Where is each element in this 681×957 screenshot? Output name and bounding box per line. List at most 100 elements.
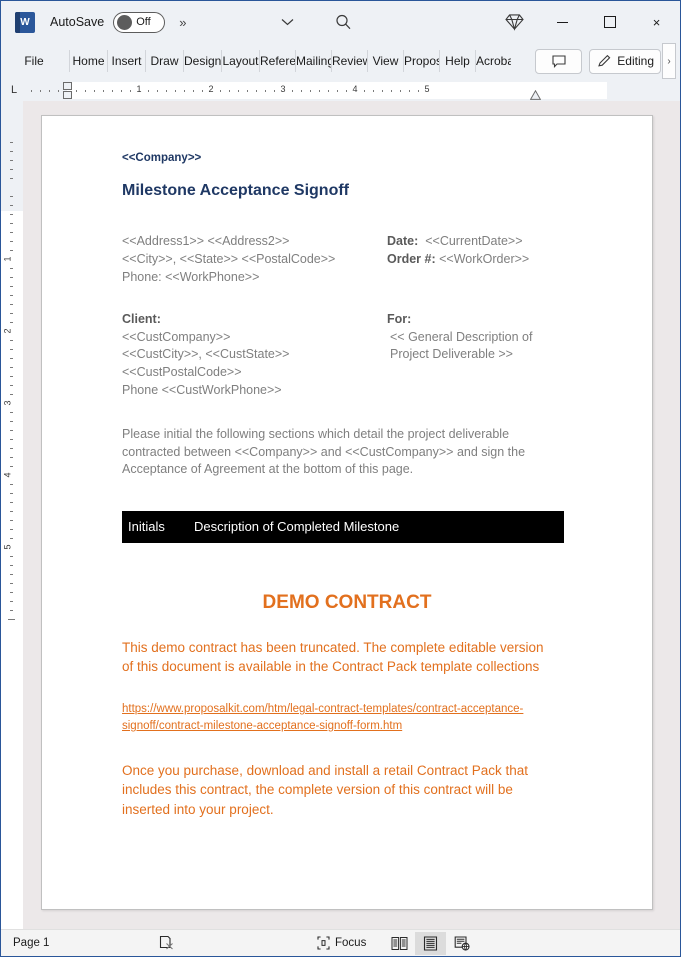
tab-view[interactable]: View	[367, 50, 403, 72]
search-icon[interactable]	[335, 14, 352, 31]
ruler-tick	[103, 89, 104, 92]
tab-draw[interactable]: Draw	[145, 50, 183, 72]
ruler-tick	[256, 89, 257, 92]
vertical-ruler-tick	[10, 214, 13, 215]
document-title: Milestone Acceptance Signoff	[122, 182, 349, 199]
ruler-tick	[310, 89, 311, 92]
first-line-indent-marker[interactable]	[62, 81, 72, 90]
date-label: Date:	[387, 234, 419, 248]
left-indent-marker[interactable]	[62, 90, 72, 99]
pencil-icon	[597, 54, 612, 68]
quick-access-overflow-button[interactable]: »	[179, 15, 186, 30]
ruler-number: 1	[136, 83, 142, 94]
ruler-tick	[364, 89, 365, 92]
client-line-1: <<CustCompany>>	[122, 329, 231, 344]
ruler-tick	[94, 89, 95, 92]
vertical-ruler-tick	[10, 286, 13, 287]
vertical-ruler-tick	[10, 304, 13, 305]
ruler-tick	[346, 89, 347, 92]
demo-paragraph-2: Once you purchase, download and install …	[122, 762, 528, 818]
ruler-tick	[85, 89, 86, 92]
word-logo-letter: W	[20, 16, 30, 28]
tab-mailings[interactable]: Mailings	[295, 50, 331, 72]
demo-contract-title: DEMO CONTRACT	[262, 591, 432, 613]
tab-proposal[interactable]: Proposal	[403, 50, 439, 72]
vertical-ruler-tick	[10, 466, 13, 467]
vertical-ruler-tick	[10, 439, 13, 440]
vertical-ruler-tick	[10, 268, 13, 269]
vertical-ruler-tick	[10, 448, 13, 449]
vertical-ruler-tick	[10, 232, 13, 233]
tab-help[interactable]: Help	[439, 50, 475, 72]
ruler-tick	[328, 89, 329, 92]
comments-button[interactable]	[535, 48, 583, 74]
vertical-ruler-tick	[10, 223, 13, 224]
vertical-ruler-tick	[10, 340, 13, 341]
horizontal-ruler-track[interactable]: 1 2 3 4 5	[27, 81, 675, 100]
window-controls: ×	[539, 1, 680, 43]
horizontal-ruler[interactable]: L 1 2 3 4 5	[1, 79, 680, 101]
minimize-button[interactable]	[539, 1, 586, 43]
ruler-tick	[184, 89, 185, 92]
tab-acrobat[interactable]: Acrobat	[475, 50, 511, 72]
ruler-tick	[265, 89, 266, 92]
document-page[interactable]: <<Company>> Milestone Acceptance Signoff…	[41, 115, 653, 910]
ruler-number: 3	[280, 83, 286, 94]
vertical-ruler-number: 5	[2, 544, 13, 550]
client-for-row: Client: <<CustCompany>> <<CustCity>>, <<…	[122, 311, 626, 400]
vertical-ruler-tick	[10, 529, 13, 530]
for-line-1: << General Description of	[390, 329, 533, 344]
ruler-tick	[337, 89, 338, 92]
tab-stop-selector[interactable]: L	[1, 84, 27, 96]
ruler-tick	[58, 89, 59, 92]
diamond-icon[interactable]	[505, 14, 524, 31]
tab-layout[interactable]: Layout	[221, 50, 259, 72]
document-canvas[interactable]: <<Company>> Milestone Acceptance Signoff…	[23, 101, 680, 929]
chevron-down-icon[interactable]	[281, 18, 294, 26]
close-button[interactable]: ×	[633, 1, 680, 43]
tab-review[interactable]: Review	[331, 50, 367, 72]
vertical-ruler-tick	[10, 484, 13, 485]
address-line-1: <<Address1>> <<Address2>>	[122, 234, 290, 248]
tab-design[interactable]: Design	[183, 50, 221, 72]
editing-mode-button[interactable]: Editing	[589, 48, 661, 74]
maximize-button[interactable]	[586, 1, 633, 43]
vertical-ruler-tick	[10, 421, 13, 422]
focus-mode-button[interactable]: Focus	[317, 936, 366, 950]
vertical-ruler-number: 2	[2, 328, 13, 334]
read-mode-icon[interactable]	[384, 932, 415, 955]
focus-icon	[317, 936, 330, 950]
vertical-ruler-tick	[10, 322, 13, 323]
ruler-tick	[292, 89, 293, 92]
ruler-tick	[220, 89, 221, 92]
view-mode-buttons	[384, 930, 477, 957]
ribbon-overflow-button[interactable]: ›	[662, 43, 676, 79]
ruler-tick	[400, 89, 401, 92]
proofing-errors-icon[interactable]	[159, 935, 175, 951]
ruler-tick	[238, 89, 239, 92]
ruler-tick	[166, 89, 167, 92]
tab-references[interactable]: References	[259, 50, 295, 72]
right-indent-marker[interactable]	[529, 89, 541, 100]
demo-contract-link[interactable]: https://www.proposalkit.com/htm/legal-co…	[122, 701, 532, 734]
ruler-tick	[319, 89, 320, 92]
tab-home[interactable]: Home	[69, 50, 107, 72]
page-number-status[interactable]: Page 1	[13, 937, 49, 949]
tab-file[interactable]: File	[17, 50, 51, 72]
autosave-toggle[interactable]: Off	[113, 11, 166, 33]
column-header-initials: Initials	[128, 519, 165, 534]
ruler-tick	[247, 89, 248, 92]
vertical-ruler-tick	[10, 376, 13, 377]
web-layout-icon[interactable]	[446, 932, 477, 955]
vertical-ruler[interactable]: 1 2 3 4 5	[1, 101, 23, 929]
ruler-number: 4	[352, 83, 358, 94]
print-layout-icon[interactable]	[415, 932, 446, 955]
tab-insert[interactable]: Insert	[107, 50, 145, 72]
vertical-ruler-tick	[10, 250, 13, 251]
document-content: <<Company>> Milestone Acceptance Signoff…	[122, 152, 626, 844]
vertical-ruler-tick	[10, 151, 13, 152]
ruler-tick	[301, 89, 302, 92]
vertical-ruler-tick	[10, 574, 13, 575]
vertical-ruler-text-area	[1, 211, 23, 929]
client-line-4: Phone <<CustWorkPhone>>	[122, 383, 282, 398]
